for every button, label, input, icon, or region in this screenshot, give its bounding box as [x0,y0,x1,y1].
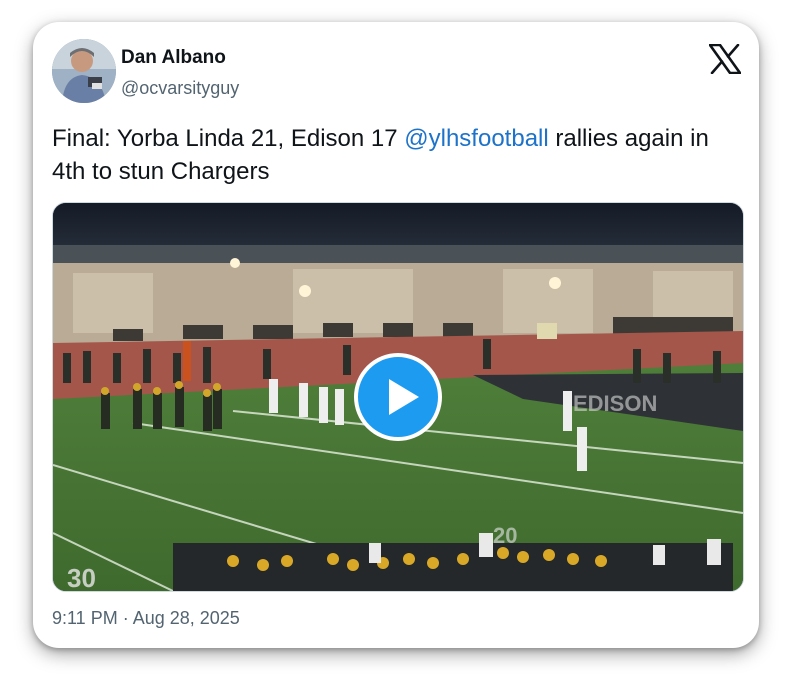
avatar[interactable] [52,39,116,103]
video-player[interactable]: EDISON 30 20 [52,202,744,592]
tweet-text-start: Final: Yorba Linda 21, Edison 17 [52,125,405,152]
x-logo-icon[interactable] [708,43,742,75]
play-button[interactable] [354,353,442,441]
author-handle[interactable]: @ocvarsityguy [121,78,239,99]
mention-link[interactable]: @ylhsfootball [404,125,548,152]
tweet-card: Dan Albano @ocvarsityguy Final: Yorba Li… [33,22,759,648]
avatar-image [52,39,116,103]
svg-text:EDISON: EDISON [573,391,657,416]
tweet-timestamp[interactable]: 9:11 PM · Aug 28, 2025 [52,608,240,629]
play-icon [389,379,419,415]
svg-text:30: 30 [67,563,96,591]
tweet-text: Final: Yorba Linda 21, Edison 17 @ylhsfo… [52,122,742,188]
author-name[interactable]: Dan Albano [121,47,226,69]
